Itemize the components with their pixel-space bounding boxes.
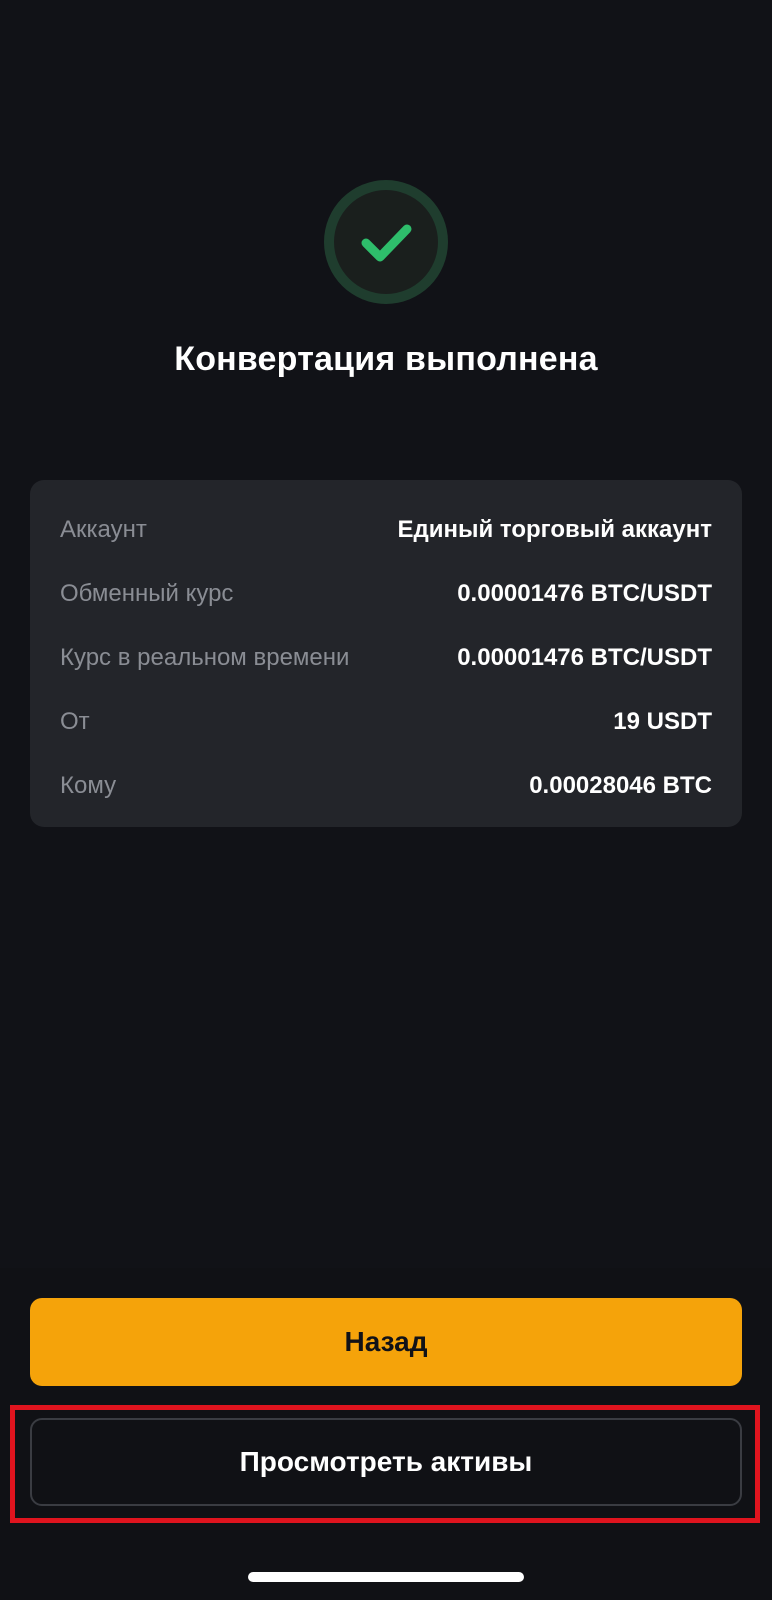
exchange-rate-value: 0.00001476 BTC/USDT [457, 580, 712, 607]
view-assets-button[interactable]: Просмотреть активы [30, 1418, 742, 1506]
realtime-rate-value: 0.00001476 BTC/USDT [457, 644, 712, 671]
exchange-rate-label: Обменный курс [60, 580, 234, 607]
detail-row-realtime-rate: Курс в реальном времени 0.00001476 BTC/U… [60, 626, 712, 690]
check-icon [361, 224, 412, 262]
to-label: Кому [60, 772, 117, 799]
back-button[interactable]: Назад [30, 1298, 742, 1386]
home-indicator[interactable] [248, 1572, 524, 1582]
detail-row-to: Кому 0.00028046 BTC [60, 754, 712, 818]
realtime-rate-label: Курс в реальном времени [60, 644, 350, 671]
account-value: Единый торговый аккаунт [397, 516, 713, 543]
detail-row-account: Аккаунт Единый торговый аккаунт [60, 498, 712, 562]
conversion-details-card: Аккаунт Единый торговый аккаунт Обменный… [30, 480, 742, 827]
account-label: Аккаунт [60, 516, 147, 543]
to-value: 0.00028046 BTC [529, 772, 712, 799]
from-label: От [60, 708, 90, 735]
detail-row-exchange-rate: Обменный курс 0.00001476 BTC/USDT [60, 562, 712, 626]
success-badge-inner [334, 190, 438, 294]
detail-row-from: От 19 USDT [60, 690, 712, 754]
success-badge [324, 180, 448, 304]
from-value: 19 USDT [613, 708, 712, 735]
page-title: Конвертация выполнена [174, 340, 598, 378]
